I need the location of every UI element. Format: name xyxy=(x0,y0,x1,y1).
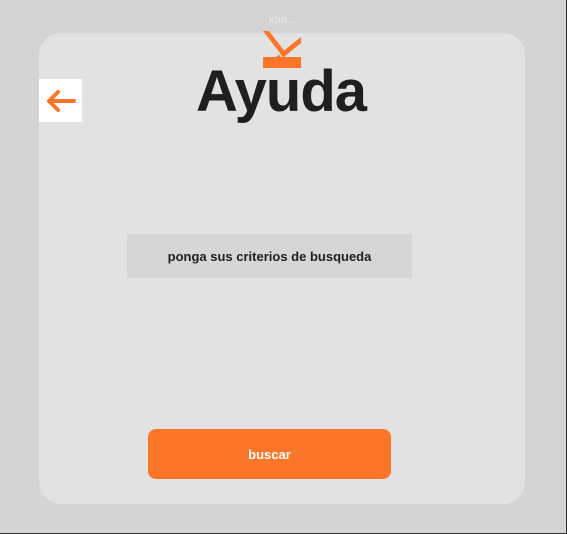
back-button[interactable] xyxy=(39,79,82,122)
page-title: Ayuda xyxy=(195,59,367,124)
search-button[interactable]: buscar xyxy=(148,429,391,479)
search-button-label: buscar xyxy=(248,446,291,462)
top-caption: kan... xyxy=(268,14,298,26)
search-placeholder: ponga sus criterios de busqueda xyxy=(167,248,372,264)
search-input[interactable]: ponga sus criterios de busqueda xyxy=(127,234,412,278)
arrow-left-icon xyxy=(46,89,76,112)
